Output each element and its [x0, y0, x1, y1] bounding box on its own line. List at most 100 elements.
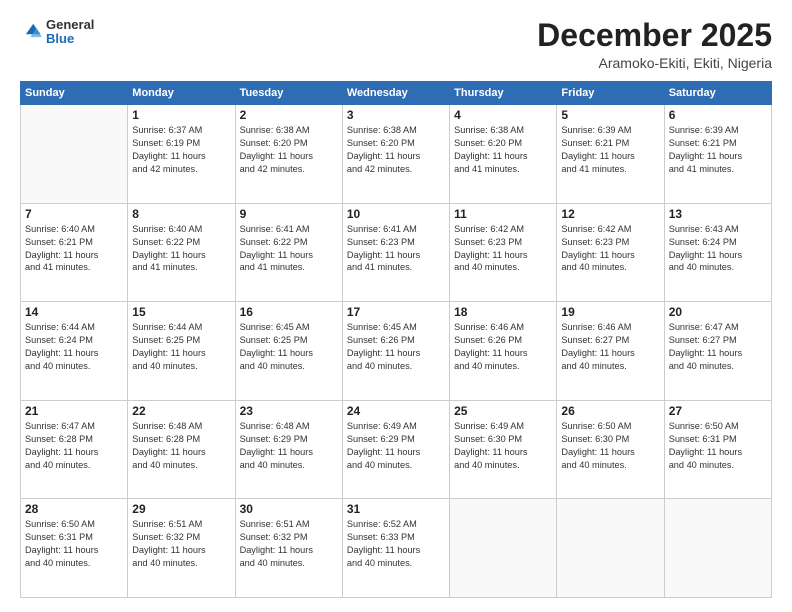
day-header-monday: Monday	[128, 82, 235, 105]
cell-content: Sunrise: 6:42 AMSunset: 6:23 PMDaylight:…	[454, 223, 552, 275]
cell-content: Sunrise: 6:47 AMSunset: 6:27 PMDaylight:…	[669, 321, 767, 373]
cell-content: Sunrise: 6:44 AMSunset: 6:25 PMDaylight:…	[132, 321, 230, 373]
cell-content: Sunrise: 6:48 AMSunset: 6:28 PMDaylight:…	[132, 420, 230, 472]
day-header-thursday: Thursday	[450, 82, 557, 105]
calendar-cell: 2Sunrise: 6:38 AMSunset: 6:20 PMDaylight…	[235, 105, 342, 204]
calendar-cell: 30Sunrise: 6:51 AMSunset: 6:32 PMDayligh…	[235, 499, 342, 598]
day-number: 22	[132, 404, 230, 418]
cell-content: Sunrise: 6:52 AMSunset: 6:33 PMDaylight:…	[347, 518, 445, 570]
day-number: 6	[669, 108, 767, 122]
calendar-cell: 15 Sunrise: 6:44 AMSunset: 6:25 PMDayligh…	[128, 302, 235, 401]
day-number: 31	[347, 502, 445, 516]
cell-content: Sunrise: 6:50 AMSunset: 6:31 PMDaylight:…	[25, 518, 123, 570]
calendar-cell: 9Sunrise: 6:41 AMSunset: 6:22 PMDaylight…	[235, 203, 342, 302]
calendar-cell: 21Sunrise: 6:47 AMSunset: 6:28 PMDayligh…	[21, 400, 128, 499]
logo-general: General	[46, 18, 94, 32]
calendar-cell: 6 Sunrise: 6:39 AMSunset: 6:21 PMDaylight…	[664, 105, 771, 204]
cell-content: Sunrise: 6:46 AMSunset: 6:27 PMDaylight:…	[561, 321, 659, 373]
logo-icon	[20, 21, 42, 43]
day-number: 12	[561, 207, 659, 221]
calendar-cell: 7Sunrise: 6:40 AMSunset: 6:21 PMDaylight…	[21, 203, 128, 302]
cell-content: Sunrise: 6:45 AMSunset: 6:25 PMDaylight:…	[240, 321, 338, 373]
day-header-sunday: Sunday	[21, 82, 128, 105]
cell-content: Sunrise: 6:39 AMSunset: 6:21 PMDaylight:…	[561, 124, 659, 176]
logo: General Blue	[20, 18, 94, 47]
calendar-cell: 22 Sunrise: 6:48 AMSunset: 6:28 PMDayligh…	[128, 400, 235, 499]
day-number: 18	[454, 305, 552, 319]
cell-content: Sunrise: 6:45 AMSunset: 6:26 PMDaylight:…	[347, 321, 445, 373]
day-number: 17	[347, 305, 445, 319]
cell-content: Sunrise: 6:48 AMSunset: 6:29 PMDaylight:…	[240, 420, 338, 472]
day-number: 3	[347, 108, 445, 122]
day-number: 29	[132, 502, 230, 516]
page: General Blue December 2025 Aramoko-Ekiti…	[0, 0, 792, 612]
cell-content: Sunrise: 6:41 AMSunset: 6:23 PMDaylight:…	[347, 223, 445, 275]
day-header-wednesday: Wednesday	[342, 82, 449, 105]
cell-content: Sunrise: 6:44 AMSunset: 6:24 PMDaylight:…	[25, 321, 123, 373]
calendar-cell: 5 Sunrise: 6:39 AMSunset: 6:21 PMDaylight…	[557, 105, 664, 204]
day-number: 23	[240, 404, 338, 418]
calendar-cell: 19Sunrise: 6:46 AMSunset: 6:27 PMDayligh…	[557, 302, 664, 401]
calendar-cell: 25 Sunrise: 6:49 AMSunset: 6:30 PMDayligh…	[450, 400, 557, 499]
calendar-week-1: 1 Sunrise: 6:37 AMSunset: 6:19 PMDaylight…	[21, 105, 772, 204]
calendar-cell: 11 Sunrise: 6:42 AMSunset: 6:23 PMDayligh…	[450, 203, 557, 302]
calendar-header-row: SundayMondayTuesdayWednesdayThursdayFrid…	[21, 82, 772, 105]
calendar-cell: 18 Sunrise: 6:46 AMSunset: 6:26 PMDayligh…	[450, 302, 557, 401]
calendar-week-3: 14 Sunrise: 6:44 AMSunset: 6:24 PMDayligh…	[21, 302, 772, 401]
day-number: 24	[347, 404, 445, 418]
day-number: 1	[132, 108, 230, 122]
calendar-body: 1 Sunrise: 6:37 AMSunset: 6:19 PMDaylight…	[21, 105, 772, 598]
cell-content: Sunrise: 6:50 AMSunset: 6:31 PMDaylight:…	[669, 420, 767, 472]
calendar-cell	[450, 499, 557, 598]
calendar-cell: 3 Sunrise: 6:38 AMSunset: 6:20 PMDaylight…	[342, 105, 449, 204]
calendar-cell	[21, 105, 128, 204]
day-number: 20	[669, 305, 767, 319]
calendar-cell: 16 Sunrise: 6:45 AMSunset: 6:25 PMDayligh…	[235, 302, 342, 401]
day-number: 2	[240, 108, 338, 122]
day-header-tuesday: Tuesday	[235, 82, 342, 105]
cell-content: Sunrise: 6:38 AMSunset: 6:20 PMDaylight:…	[454, 124, 552, 176]
logo-blue: Blue	[46, 32, 94, 46]
cell-content: Sunrise: 6:46 AMSunset: 6:26 PMDaylight:…	[454, 321, 552, 373]
day-number: 26	[561, 404, 659, 418]
cell-content: Sunrise: 6:38 AMSunset: 6:20 PMDaylight:…	[347, 124, 445, 176]
day-number: 15	[132, 305, 230, 319]
calendar-cell: 23 Sunrise: 6:48 AMSunset: 6:29 PMDayligh…	[235, 400, 342, 499]
day-number: 9	[240, 207, 338, 221]
calendar-cell: 14 Sunrise: 6:44 AMSunset: 6:24 PMDayligh…	[21, 302, 128, 401]
title-block: December 2025 Aramoko-Ekiti, Ekiti, Nige…	[537, 18, 772, 71]
calendar-cell: 31 Sunrise: 6:52 AMSunset: 6:33 PMDayligh…	[342, 499, 449, 598]
calendar-week-4: 21Sunrise: 6:47 AMSunset: 6:28 PMDayligh…	[21, 400, 772, 499]
day-number: 30	[240, 502, 338, 516]
day-number: 5	[561, 108, 659, 122]
cell-content: Sunrise: 6:37 AMSunset: 6:19 PMDaylight:…	[132, 124, 230, 176]
cell-content: Sunrise: 6:50 AMSunset: 6:30 PMDaylight:…	[561, 420, 659, 472]
cell-content: Sunrise: 6:40 AMSunset: 6:22 PMDaylight:…	[132, 223, 230, 275]
calendar-cell: 20 Sunrise: 6:47 AMSunset: 6:27 PMDayligh…	[664, 302, 771, 401]
cell-content: Sunrise: 6:42 AMSunset: 6:23 PMDaylight:…	[561, 223, 659, 275]
day-number: 16	[240, 305, 338, 319]
cell-content: Sunrise: 6:39 AMSunset: 6:21 PMDaylight:…	[669, 124, 767, 176]
calendar-week-5: 28 Sunrise: 6:50 AMSunset: 6:31 PMDayligh…	[21, 499, 772, 598]
day-number: 11	[454, 207, 552, 221]
calendar-week-2: 7Sunrise: 6:40 AMSunset: 6:21 PMDaylight…	[21, 203, 772, 302]
day-number: 13	[669, 207, 767, 221]
calendar-cell: 12 Sunrise: 6:42 AMSunset: 6:23 PMDayligh…	[557, 203, 664, 302]
day-number: 28	[25, 502, 123, 516]
calendar-cell: 28 Sunrise: 6:50 AMSunset: 6:31 PMDayligh…	[21, 499, 128, 598]
day-number: 25	[454, 404, 552, 418]
calendar-cell: 8Sunrise: 6:40 AMSunset: 6:22 PMDaylight…	[128, 203, 235, 302]
day-number: 27	[669, 404, 767, 418]
cell-content: Sunrise: 6:51 AMSunset: 6:32 PMDaylight:…	[132, 518, 230, 570]
cell-content: Sunrise: 6:49 AMSunset: 6:29 PMDaylight:…	[347, 420, 445, 472]
calendar-cell: 29 Sunrise: 6:51 AMSunset: 6:32 PMDayligh…	[128, 499, 235, 598]
day-number: 14	[25, 305, 123, 319]
day-number: 10	[347, 207, 445, 221]
cell-content: Sunrise: 6:49 AMSunset: 6:30 PMDaylight:…	[454, 420, 552, 472]
day-number: 4	[454, 108, 552, 122]
calendar-cell: 1 Sunrise: 6:37 AMSunset: 6:19 PMDaylight…	[128, 105, 235, 204]
calendar-cell: 4 Sunrise: 6:38 AMSunset: 6:20 PMDaylight…	[450, 105, 557, 204]
logo-text: General Blue	[46, 18, 94, 47]
calendar-cell: 17 Sunrise: 6:45 AMSunset: 6:26 PMDayligh…	[342, 302, 449, 401]
calendar-cell	[664, 499, 771, 598]
